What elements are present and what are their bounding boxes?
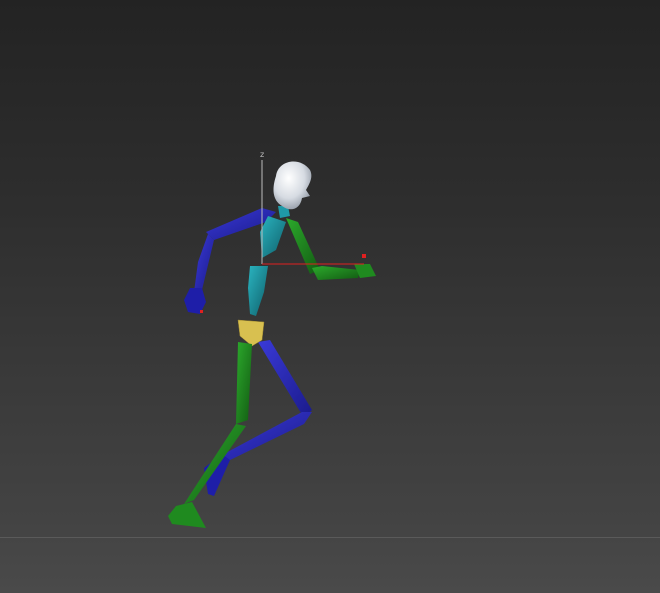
right-forearm[interactable]	[312, 266, 360, 280]
right-arm[interactable]	[286, 218, 376, 280]
abdomen[interactable]	[248, 266, 268, 316]
left-leg[interactable]	[204, 340, 312, 496]
gizmo-z-label: z	[260, 150, 264, 159]
right-upper-arm[interactable]	[286, 218, 320, 274]
gizmo-x-end-marker	[362, 254, 366, 258]
scene-canvas[interactable]: z	[0, 0, 660, 593]
left-forearm[interactable]	[194, 234, 214, 292]
hand-pivot-marker	[200, 310, 203, 313]
right-leg[interactable]	[168, 342, 252, 528]
head[interactable]	[273, 161, 312, 210]
right-foot[interactable]	[168, 502, 206, 528]
left-thigh[interactable]	[258, 340, 312, 418]
right-thigh[interactable]	[236, 342, 252, 424]
head-shape[interactable]	[273, 161, 312, 210]
viewport-3d[interactable]: z	[0, 0, 660, 593]
